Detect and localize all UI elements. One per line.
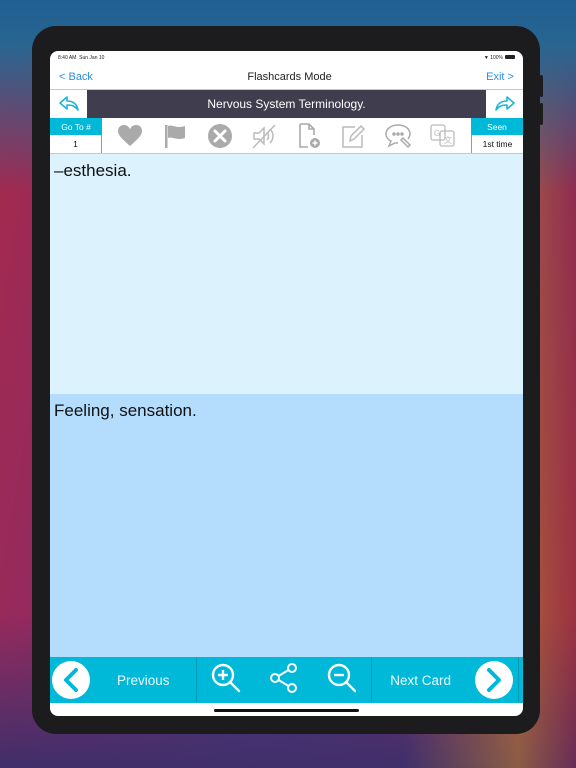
edit-icon — [342, 124, 366, 148]
goto-input[interactable]: 1 — [50, 135, 102, 153]
zoom-out-icon — [327, 663, 357, 692]
exit-button[interactable]: Exit > — [486, 71, 514, 83]
favorite-button[interactable] — [115, 121, 145, 151]
undo-button[interactable] — [50, 90, 87, 118]
heart-icon — [118, 124, 143, 146]
share-button[interactable] — [268, 662, 300, 699]
audio-button[interactable] — [249, 121, 279, 151]
toolbar-icons: G文 — [102, 118, 471, 153]
svg-text:文: 文 — [444, 135, 452, 145]
forward-button[interactable] — [486, 90, 523, 118]
reply-arrow-icon — [58, 96, 79, 111]
add-note-button[interactable] — [294, 121, 324, 151]
flag-icon — [164, 124, 185, 148]
deck-title: Nervous System Terminology. — [87, 90, 486, 118]
translate-button[interactable]: G文 — [428, 121, 458, 151]
previous-label: Previous — [117, 672, 170, 688]
status-time-date: 8:40 AM Sun Jan 10 — [58, 54, 105, 61]
comment-edit-icon — [385, 123, 412, 148]
seen-label: Seen — [471, 118, 523, 135]
close-circle-icon — [207, 123, 232, 148]
status-right: ▼ 100% — [484, 55, 515, 61]
wifi-icon: ▼ — [483, 54, 489, 61]
add-document-icon — [299, 122, 320, 148]
translate-icon: G文 — [430, 123, 455, 147]
svg-text:G: G — [434, 129, 440, 138]
share-icon — [270, 662, 297, 693]
deck-title-bar: Nervous System Terminology. — [50, 90, 523, 118]
card-back[interactable]: Feeling, sensation. — [50, 394, 523, 657]
battery-icon — [505, 55, 515, 60]
back-button[interactable]: < Back — [59, 71, 93, 83]
status-bar: 8:40 AM Sun Jan 10 ▼ 100% — [50, 51, 523, 64]
previous-button[interactable]: Previous — [50, 658, 197, 702]
seen-value: 1st time — [471, 135, 523, 153]
volume-up-button — [540, 75, 543, 97]
goto-box[interactable]: Go To # 1 — [50, 118, 102, 153]
goto-label[interactable]: Go To # — [50, 118, 102, 135]
forward-arrow-icon — [494, 96, 515, 111]
zoom-out-button[interactable] — [326, 662, 358, 699]
next-card-label: Next Card — [390, 672, 451, 688]
zoom-in-button[interactable] — [210, 662, 242, 699]
zoom-in-icon — [211, 663, 241, 692]
card-term: –esthesia. — [54, 161, 132, 180]
page-title: Flashcards Mode — [247, 70, 332, 83]
home-indicator[interactable] — [214, 709, 359, 712]
chevron-right-icon — [487, 668, 501, 692]
comment-button[interactable] — [383, 121, 413, 151]
flag-button[interactable] — [160, 121, 190, 151]
bottom-bar: Previous Next Card — [50, 657, 523, 703]
card-definition: Feeling, sensation. — [54, 401, 197, 420]
battery-percent: 100% — [490, 54, 503, 61]
app-screen: 8:40 AM Sun Jan 10 ▼ 100% < Back Flashca… — [50, 51, 523, 716]
tools-group — [197, 658, 372, 702]
next-card-button[interactable]: Next Card — [372, 658, 519, 702]
audio-muted-icon — [252, 123, 276, 149]
toolbar: Go To # 1 G 文 Seen 1st time — [50, 118, 523, 154]
edit-button[interactable] — [338, 121, 368, 151]
seen-box: Seen 1st time — [471, 118, 523, 153]
volume-down-button — [540, 103, 543, 125]
next-circle[interactable] — [475, 661, 513, 699]
card-front[interactable]: –esthesia. — [50, 154, 523, 394]
top-button — [500, 30, 522, 33]
navigation-bar: < Back Flashcards Mode Exit > — [50, 64, 523, 90]
previous-circle[interactable] — [52, 661, 90, 699]
chevron-left-icon — [64, 668, 78, 692]
remove-button[interactable] — [205, 121, 235, 151]
